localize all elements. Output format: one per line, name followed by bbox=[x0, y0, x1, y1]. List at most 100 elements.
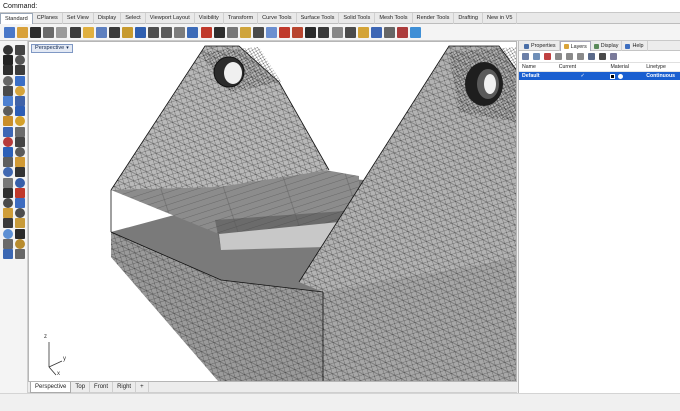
rectangle-icon[interactable] bbox=[15, 65, 25, 76]
align-icon[interactable] bbox=[15, 177, 25, 188]
join-icon[interactable] bbox=[15, 136, 25, 147]
perspective-viewport[interactable]: Perspective ▾ z y x bbox=[28, 41, 517, 382]
layer-icon[interactable] bbox=[3, 238, 13, 249]
ghosted-sphere-icon[interactable] bbox=[331, 27, 343, 38]
copy-view-icon[interactable] bbox=[213, 27, 225, 38]
viewport-tab-front[interactable]: Front bbox=[90, 382, 114, 393]
delete-layer-icon[interactable] bbox=[544, 53, 551, 60]
layer-color-swatch[interactable] bbox=[610, 73, 616, 79]
analyze-icon[interactable] bbox=[15, 198, 25, 208]
move-icon[interactable] bbox=[3, 157, 13, 168]
select-arrow-icon[interactable] bbox=[3, 45, 13, 55]
toolbar-tab-new-in-v5[interactable]: New in V5 bbox=[483, 13, 518, 24]
help-icon[interactable] bbox=[410, 27, 422, 38]
display-icon[interactable] bbox=[370, 27, 382, 38]
render-icon[interactable] bbox=[3, 208, 13, 219]
layer-current-check-icon[interactable]: ✓ bbox=[557, 72, 609, 80]
toolbar-tab-solid-tools[interactable]: Solid Tools bbox=[339, 13, 376, 24]
layer-material-icon[interactable] bbox=[618, 73, 624, 79]
grid-icon[interactable] bbox=[200, 27, 212, 38]
panel-tab-display[interactable]: Display bbox=[591, 41, 623, 51]
options-icon[interactable] bbox=[15, 238, 25, 249]
new-sublayer-icon[interactable] bbox=[533, 53, 540, 60]
toolbar-tab-mesh-tools[interactable]: Mesh Tools bbox=[375, 13, 413, 24]
col-current[interactable]: Current bbox=[557, 63, 609, 71]
explode-icon[interactable] bbox=[3, 147, 13, 157]
point-icon[interactable] bbox=[15, 45, 25, 55]
box-icon[interactable] bbox=[3, 106, 13, 117]
tools-icon[interactable] bbox=[599, 53, 606, 60]
options-icon[interactable] bbox=[383, 27, 395, 38]
mesh-model-view[interactable] bbox=[29, 42, 517, 382]
properties-icon[interactable] bbox=[266, 27, 277, 38]
group-icon[interactable] bbox=[15, 147, 25, 157]
view-icon[interactable] bbox=[15, 249, 25, 259]
toolbar-tab-cplanes[interactable]: CPlanes bbox=[33, 13, 63, 24]
split-icon[interactable] bbox=[3, 136, 13, 147]
rendered-sphere-icon[interactable] bbox=[318, 27, 330, 38]
viewport-tab-top[interactable]: Top bbox=[71, 382, 91, 393]
toolbar-tab-set-view[interactable]: Set View bbox=[63, 13, 94, 24]
toolbar-tab-drafting[interactable]: Drafting bbox=[454, 13, 483, 24]
layer-row-default[interactable]: Default ✓ Continuous bbox=[519, 72, 680, 80]
toolbar-tab-standard[interactable]: Standard bbox=[0, 13, 33, 24]
paste-icon[interactable] bbox=[95, 27, 107, 38]
ellipse-icon[interactable] bbox=[15, 75, 25, 86]
cut-icon[interactable] bbox=[69, 27, 81, 38]
light-icon[interactable] bbox=[15, 208, 25, 219]
viewport-tab-perspective[interactable]: Perspective bbox=[30, 382, 72, 393]
zoom-selected-icon[interactable] bbox=[187, 27, 199, 38]
toolbar-tab-select[interactable]: Select bbox=[121, 13, 146, 24]
grid-icon[interactable] bbox=[15, 228, 25, 239]
freeform-icon[interactable] bbox=[15, 85, 25, 96]
point-icon[interactable] bbox=[226, 27, 238, 38]
text-icon[interactable] bbox=[15, 187, 25, 198]
shaded-sphere-icon[interactable] bbox=[305, 27, 317, 38]
toolbar-tab-transform[interactable]: Transform bbox=[224, 13, 259, 24]
copy-icon[interactable] bbox=[82, 27, 94, 38]
toolbar-tab-surface-tools[interactable]: Surface Tools bbox=[297, 13, 340, 24]
toolbar-tab-display[interactable]: Display bbox=[94, 13, 122, 24]
hatch-icon[interactable] bbox=[3, 198, 13, 208]
open-folder-icon[interactable] bbox=[17, 27, 29, 38]
move-parent-icon[interactable] bbox=[577, 53, 584, 60]
polygon-icon[interactable] bbox=[3, 85, 13, 96]
filter-icon[interactable] bbox=[588, 53, 595, 60]
new-file-icon[interactable] bbox=[4, 27, 15, 38]
zoom-extents-icon[interactable] bbox=[174, 27, 186, 38]
new-layer-icon[interactable] bbox=[522, 53, 529, 60]
pan-hand-icon[interactable] bbox=[121, 27, 133, 38]
settings-icon[interactable] bbox=[397, 27, 408, 38]
panel-tab-layers[interactable]: Layers bbox=[559, 41, 591, 51]
circle-icon[interactable] bbox=[3, 65, 13, 76]
panel-tab-properties[interactable]: Properties bbox=[521, 41, 560, 51]
layer-icon[interactable] bbox=[252, 27, 264, 38]
move-down-icon[interactable] bbox=[566, 53, 573, 60]
viewport-menu-caret-icon[interactable]: ▾ bbox=[66, 45, 69, 52]
render-icon[interactable] bbox=[279, 27, 291, 38]
rotate-view-icon[interactable] bbox=[135, 27, 146, 38]
boolean-icon[interactable] bbox=[15, 116, 25, 127]
add-viewport-button[interactable]: + bbox=[136, 382, 149, 393]
arc-icon[interactable] bbox=[3, 75, 13, 86]
layer-linetype[interactable]: Continuous bbox=[646, 72, 680, 80]
toolbar-tab-visibility[interactable]: Visibility bbox=[195, 13, 224, 24]
mesh-icon[interactable] bbox=[3, 116, 13, 127]
lock-icon[interactable] bbox=[3, 249, 13, 259]
check-icon[interactable] bbox=[3, 228, 13, 239]
rotate-icon[interactable] bbox=[15, 157, 25, 168]
bulb-icon[interactable] bbox=[344, 27, 356, 38]
viewport-tab-right[interactable]: Right bbox=[113, 382, 137, 393]
history-icon[interactable] bbox=[15, 218, 25, 229]
toolbar-tab-viewport-layout[interactable]: Viewport Layout bbox=[146, 13, 195, 24]
command-input[interactable] bbox=[39, 1, 660, 11]
polyline-icon[interactable] bbox=[3, 55, 13, 66]
layer-states-icon[interactable] bbox=[610, 53, 617, 60]
panel-tab-help[interactable]: Help bbox=[622, 41, 648, 51]
col-material[interactable]: Material bbox=[608, 63, 646, 71]
extrude-icon[interactable] bbox=[15, 96, 25, 106]
import-icon[interactable] bbox=[56, 27, 68, 38]
mirror-icon[interactable] bbox=[15, 167, 25, 178]
save-icon[interactable] bbox=[30, 27, 42, 38]
zoom-window-icon[interactable] bbox=[161, 27, 173, 38]
